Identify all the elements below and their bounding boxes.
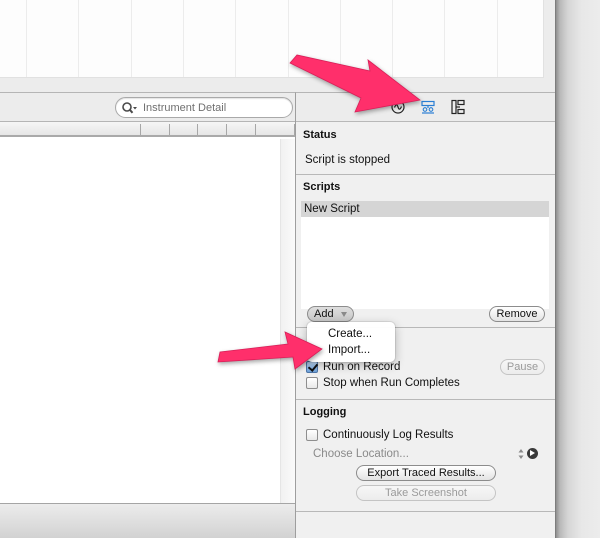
continuous-log-checkbox[interactable] [306, 429, 318, 441]
stop-when-complete-checkbox[interactable] [306, 377, 318, 389]
waveform-circle-icon[interactable] [390, 99, 406, 115]
grid-line [235, 0, 236, 77]
add-button-label: Add [314, 308, 334, 320]
run-on-record-option[interactable]: Run on Record [306, 360, 400, 374]
instruments-window: Status Script is stopped Scripts New Scr… [0, 0, 556, 538]
track-area [0, 0, 555, 92]
stepper-arrows-icon[interactable] [518, 448, 524, 460]
stop-when-complete-option[interactable]: Stop when Run Completes [306, 376, 460, 390]
vertical-scrollbar[interactable] [280, 139, 295, 503]
column-divider[interactable] [255, 124, 256, 135]
chevron-down-icon [341, 312, 347, 317]
script-list-item[interactable]: New Script [301, 201, 549, 217]
grid-line [183, 0, 184, 77]
grid-line [26, 0, 27, 77]
grid-line [444, 0, 445, 77]
take-screenshot-button[interactable]: Take Screenshot [356, 485, 496, 501]
desktop-background [556, 0, 600, 538]
continuous-log-label: Continuously Log Results [323, 429, 454, 441]
add-script-menu: Create... Import... [307, 322, 395, 362]
scripts-title: Scripts [303, 181, 341, 193]
grid-line [497, 0, 498, 77]
continuous-log-option[interactable]: Continuously Log Results [306, 428, 453, 442]
search-input[interactable] [143, 100, 288, 115]
status-section: Status Script is stopped [296, 123, 555, 175]
scripts-section: Scripts New Script Add Remove [296, 175, 555, 328]
run-on-record-checkbox[interactable] [306, 361, 318, 373]
status-title: Status [303, 129, 337, 141]
column-divider[interactable] [226, 124, 227, 135]
instrument-detail-search[interactable] [115, 97, 293, 118]
logging-title: Logging [303, 406, 347, 418]
tree-layout-icon[interactable] [450, 99, 466, 115]
column-divider[interactable] [169, 124, 170, 135]
table-column-header[interactable] [0, 122, 296, 137]
run-on-record-label: Run on Record [323, 361, 401, 373]
stop-when-complete-label: Stop when Run Completes [323, 377, 460, 389]
menu-item-create[interactable]: Create... [307, 326, 395, 342]
grid-line [288, 0, 289, 77]
remove-script-button[interactable]: Remove [489, 306, 545, 322]
grid-line [131, 0, 132, 77]
detail-table [0, 122, 296, 503]
menu-item-import[interactable]: Import... [307, 342, 395, 358]
track-grid[interactable] [0, 0, 544, 78]
logging-section: Logging Continuously Log Results Choose … [296, 400, 555, 512]
script-options-icon[interactable] [420, 99, 436, 115]
go-arrow-icon[interactable] [527, 448, 538, 459]
bottom-toolbar [0, 503, 296, 538]
pause-button[interactable]: Pause [500, 359, 545, 375]
add-script-button[interactable]: Add [307, 306, 354, 322]
choose-location-select[interactable]: Choose Location... [313, 448, 409, 460]
grid-line [340, 0, 341, 77]
script-list[interactable]: New Script [301, 201, 549, 309]
column-divider[interactable] [197, 124, 198, 135]
search-icon[interactable] [121, 101, 137, 115]
column-divider[interactable] [140, 124, 141, 135]
detail-toolbar [0, 92, 296, 122]
inspector-tab-bar [296, 93, 555, 122]
grid-line [78, 0, 79, 77]
inspector-panel: Status Script is stopped Scripts New Scr… [295, 92, 555, 538]
grid-line [392, 0, 393, 77]
export-traced-results-button[interactable]: Export Traced Results... [356, 465, 496, 481]
status-text: Script is stopped [305, 154, 391, 166]
